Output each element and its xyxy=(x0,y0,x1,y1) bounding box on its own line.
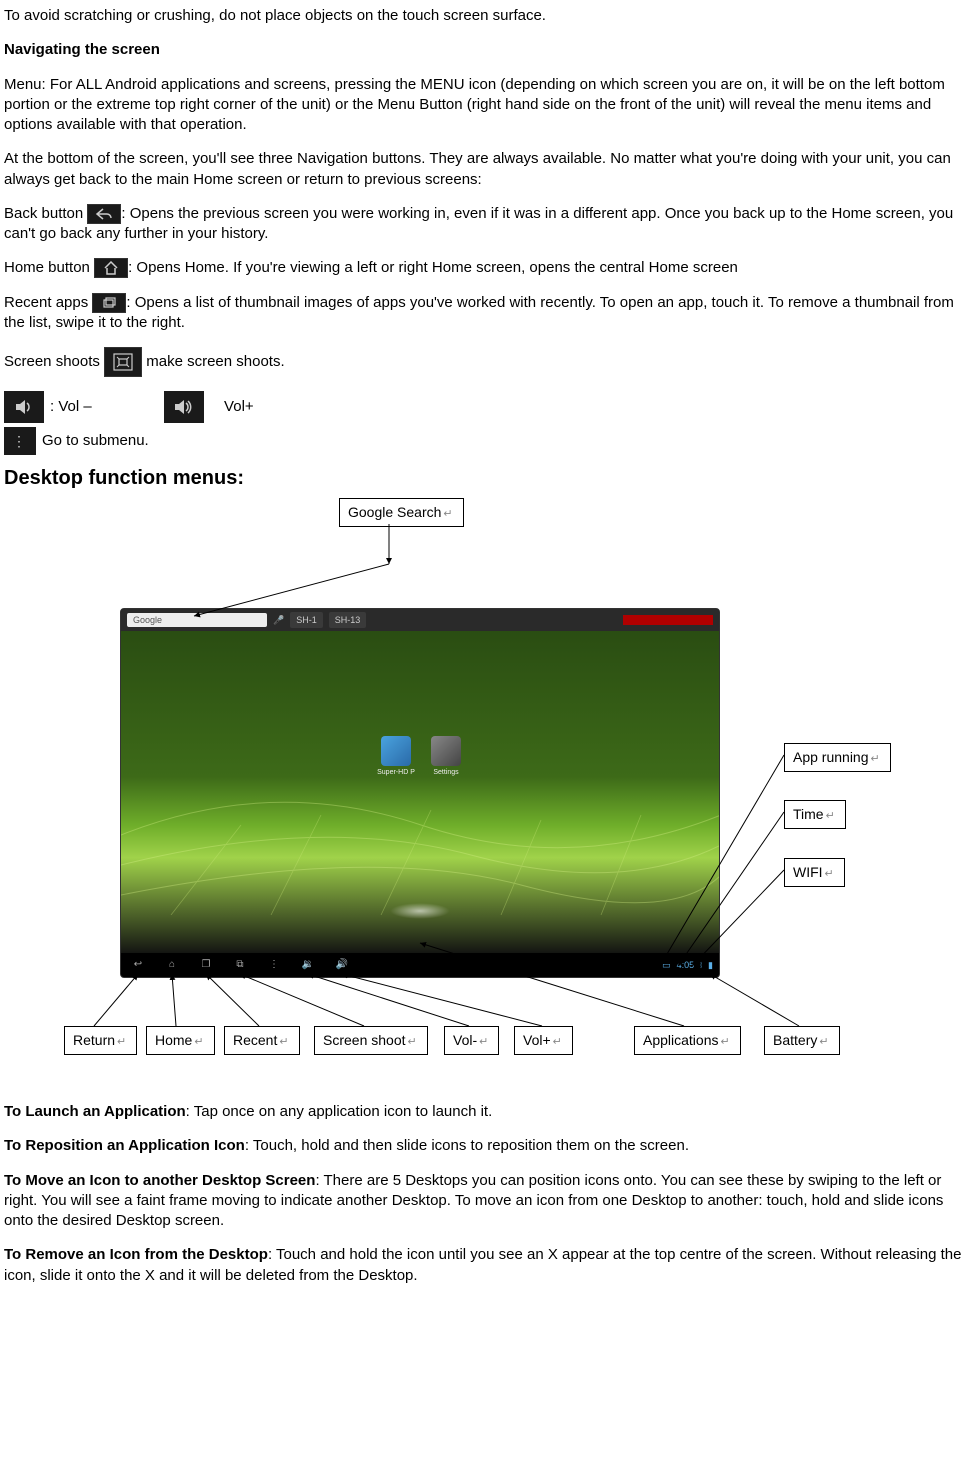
callout-screenshoot: Screen shoot↵ xyxy=(314,1026,428,1055)
nav-clock: 4:05 xyxy=(677,959,695,971)
nav-vol-up[interactable]: 🔊 xyxy=(325,958,359,972)
screenshot-text: make screen shoots. xyxy=(146,353,284,370)
menu-paragraph: Menu: For ALL Android applications and s… xyxy=(4,75,967,136)
nav-heading: Navigating the screen xyxy=(4,40,967,60)
tablet-red-bar xyxy=(623,615,713,625)
back-button-label: Back button xyxy=(4,205,87,222)
home-button-desc: Home button : Opens Home. If you're view… xyxy=(4,258,967,278)
callout-vol-minus: Vol-↵ xyxy=(444,1026,499,1055)
desktop-diagram: Google 🎤 SH-1 SH-13 Super-HD P Settings xyxy=(64,498,964,1058)
home-button-text: : Opens Home. If you're viewing a left o… xyxy=(128,259,738,276)
screenshot-desc: Screen shoots make screen shoots. xyxy=(4,347,967,377)
callout-vol-plus: Vol+↵ xyxy=(514,1026,573,1055)
screenshot-icon xyxy=(104,347,142,377)
nav-screenshot[interactable]: ⧉ xyxy=(223,958,257,972)
tablet-glow xyxy=(390,903,450,919)
nav-vol-down[interactable]: 🔉 xyxy=(291,958,325,972)
nav-home[interactable]: ⌂ xyxy=(155,958,189,972)
tablet-google-search[interactable]: Google xyxy=(127,613,267,627)
vol-down-icon xyxy=(4,391,44,423)
howto-remove: To Remove an Icon from the Desktop: Touc… xyxy=(4,1245,967,1286)
submenu-text: Go to submenu. xyxy=(42,431,149,451)
desktop-function-heading: Desktop function menus: xyxy=(4,465,967,492)
recent-icon xyxy=(92,293,126,313)
howto-repos-t: : Touch, hold and then slide icons to re… xyxy=(245,1137,689,1154)
nav-return[interactable]: ↩ xyxy=(121,958,155,972)
nav-recent[interactable]: ❐ xyxy=(189,958,223,972)
tablet-app-superhd[interactable]: Super-HD P xyxy=(376,736,416,777)
callout-home: Home↵ xyxy=(146,1026,215,1055)
volume-row: : Vol – Vol+ xyxy=(4,391,967,423)
tablet-navbar: ↩ ⌂ ❐ ⧉ ⋮ 🔉 🔊 ▭ 4:05 ⧙ ▮ xyxy=(121,953,719,977)
callout-wifi: WIFI↵ xyxy=(784,858,845,887)
recent-apps-label: Recent apps xyxy=(4,294,92,311)
recent-apps-desc: Recent apps : Opens a list of thumbnail … xyxy=(4,293,967,334)
callout-applications: Applications↵ xyxy=(634,1026,741,1055)
howto-launch-t: : Tap once on any application icon to la… xyxy=(186,1103,493,1120)
nav-submenu[interactable]: ⋮ xyxy=(257,958,291,972)
howto-move-b: To Move an Icon to another Desktop Scree… xyxy=(4,1172,315,1189)
callout-app-running: App running↵ xyxy=(784,743,891,772)
screenshot-label: Screen shoots xyxy=(4,353,104,370)
vol-up-icon xyxy=(164,391,204,423)
bottom-paragraph: At the bottom of the screen, you'll see … xyxy=(4,149,967,190)
callout-time: Time↵ xyxy=(784,800,846,829)
tablet-app-settings[interactable]: Settings xyxy=(426,736,466,777)
howto-repos-b: To Reposition an Application Icon xyxy=(4,1137,245,1154)
vol-minus-text: : Vol – xyxy=(50,397,92,417)
callout-battery: Battery↵ xyxy=(764,1026,840,1055)
nav-wifi-icon: ⧙ xyxy=(700,959,702,971)
submenu-row: ⋮ Go to submenu. xyxy=(4,427,967,455)
scratch-warning: To avoid scratching or crushing, do not … xyxy=(4,6,967,26)
back-icon xyxy=(87,204,121,224)
vol-plus-text: Vol+ xyxy=(224,397,254,417)
submenu-icon: ⋮ xyxy=(4,427,36,455)
callout-recent: Recent↵ xyxy=(224,1026,300,1055)
back-button-text: : Opens the previous screen you were wor… xyxy=(4,205,953,242)
callout-google-search: Google Search↵ xyxy=(339,498,464,527)
callout-return: Return↵ xyxy=(64,1026,137,1055)
howto-launch-b: To Launch an Application xyxy=(4,1103,186,1120)
tablet-seg1: SH-1 xyxy=(290,612,323,628)
tablet-google-label: Google xyxy=(133,614,162,626)
tablet-mock: Google 🎤 SH-1 SH-13 Super-HD P Settings xyxy=(120,608,720,978)
nav-app-running-icon: ▭ xyxy=(662,959,671,971)
howto-reposition: To Reposition an Application Icon: Touch… xyxy=(4,1136,967,1156)
tablet-seg2: SH-13 xyxy=(329,612,367,628)
tablet-topbar: Google 🎤 SH-1 SH-13 xyxy=(121,609,719,631)
howto-move: To Move an Icon to another Desktop Scree… xyxy=(4,1171,967,1232)
nav-battery-icon: ▮ xyxy=(708,959,713,971)
home-icon xyxy=(94,258,128,278)
back-button-desc: Back button : Opens the previous screen … xyxy=(4,204,967,245)
howto-launch: To Launch an Application: Tap once on an… xyxy=(4,1102,967,1122)
recent-apps-text: : Opens a list of thumbnail images of ap… xyxy=(4,294,954,331)
howto-remove-b: To Remove an Icon from the Desktop xyxy=(4,1246,268,1263)
tablet-body: Super-HD P Settings xyxy=(121,631,719,955)
nav-status: ▭ 4:05 ⧙ ▮ xyxy=(662,959,719,971)
home-button-label: Home button xyxy=(4,259,94,276)
